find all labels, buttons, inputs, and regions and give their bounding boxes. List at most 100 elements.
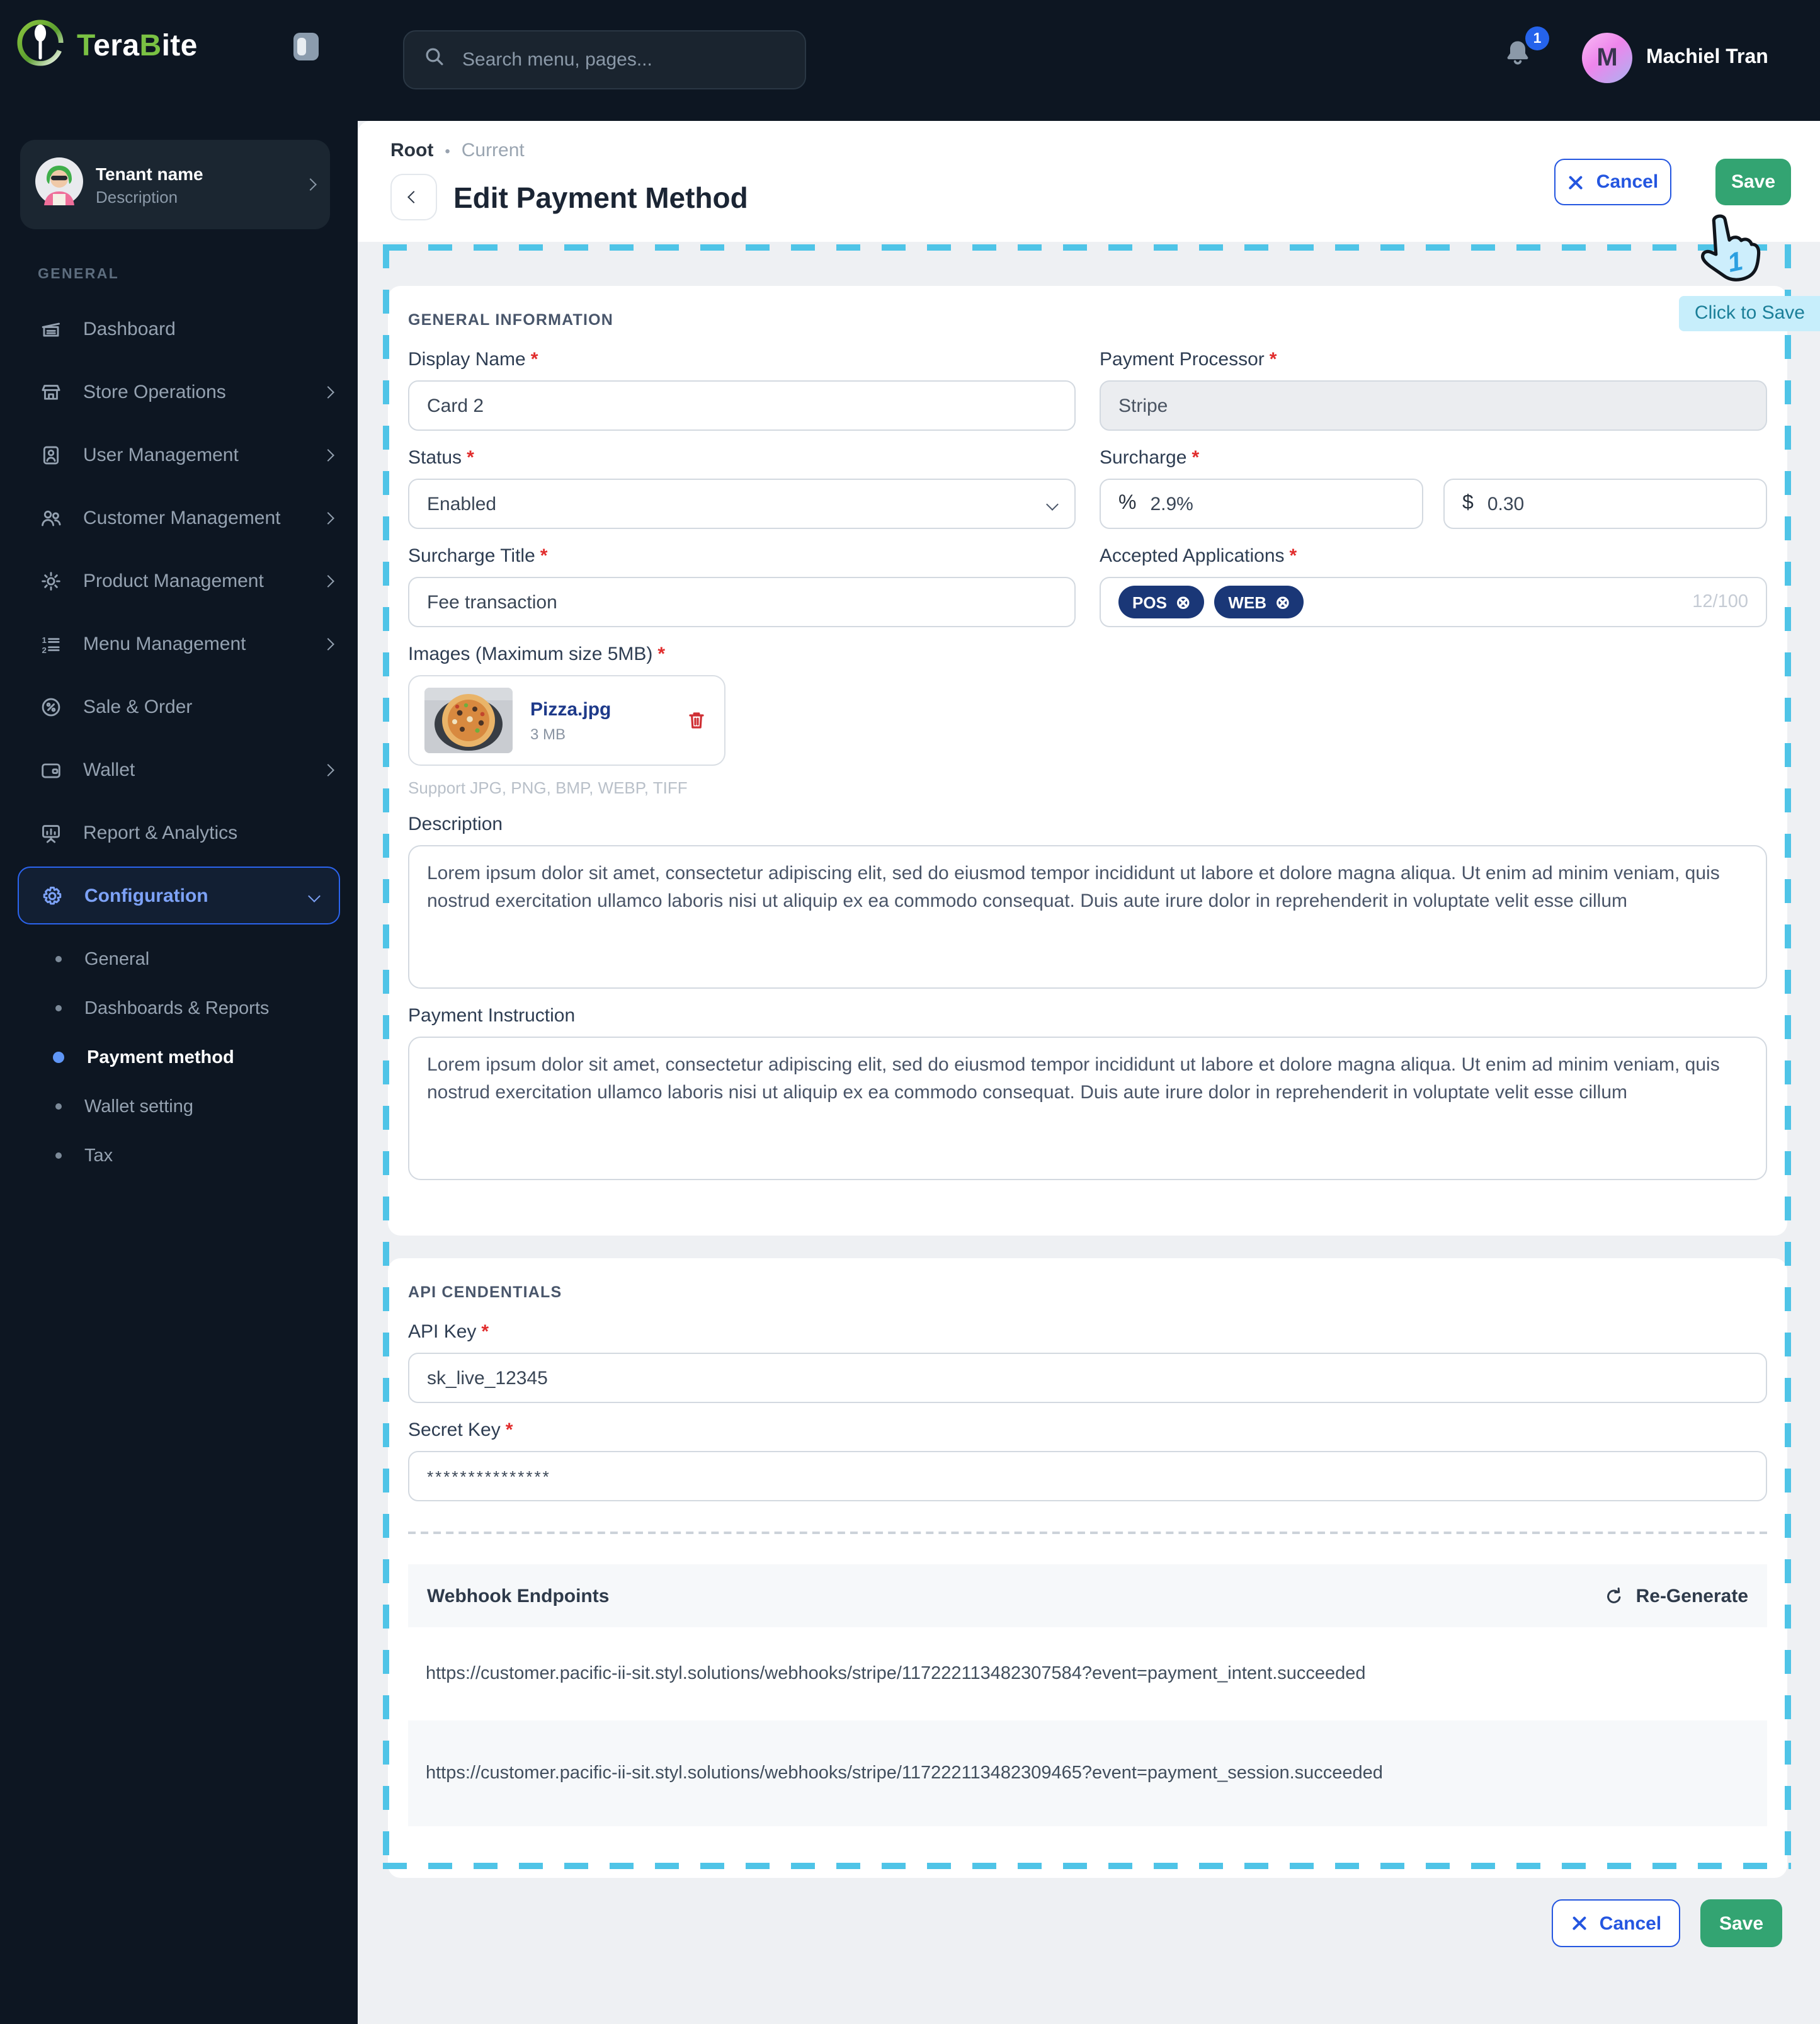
webhook-header: Webhook Endpoints Re-Generate bbox=[408, 1564, 1767, 1627]
description-textarea[interactable]: Lorem ipsum dolor sit amet, consectetur … bbox=[408, 845, 1767, 989]
chip-web[interactable]: WEB ⊗ bbox=[1214, 586, 1304, 618]
sidebar-item-configuration[interactable]: Configuration bbox=[18, 867, 340, 924]
chip-remove-icon[interactable]: ⊗ bbox=[1275, 593, 1290, 611]
sidebar-item-label: Store Operations bbox=[83, 381, 226, 402]
user-name[interactable]: Machiel Tran bbox=[1646, 47, 1768, 69]
svg-text:1: 1 bbox=[42, 635, 47, 644]
chevron-right-icon bbox=[322, 511, 334, 524]
file-name: Pizza.jpg bbox=[530, 698, 611, 720]
sidebar-item-store-operations[interactable]: Store Operations bbox=[0, 360, 358, 423]
bullet-icon bbox=[55, 1005, 62, 1011]
delete-image-button[interactable] bbox=[684, 708, 709, 733]
payment-instruction-textarea[interactable]: Lorem ipsum dolor sit amet, consectetur … bbox=[408, 1037, 1767, 1180]
display-name-input[interactable] bbox=[408, 380, 1076, 431]
dashed-divider bbox=[408, 1532, 1767, 1534]
storefront-icon bbox=[38, 380, 63, 404]
dollar-icon: $ bbox=[1462, 492, 1474, 514]
submenu-item-payment-method[interactable]: Payment method bbox=[0, 1033, 358, 1082]
chip-pos[interactable]: POS ⊗ bbox=[1118, 586, 1205, 618]
close-icon bbox=[1567, 173, 1585, 191]
chevron-right-icon bbox=[322, 448, 334, 461]
cancel-button-bottom[interactable]: Cancel bbox=[1552, 1899, 1680, 1947]
breadcrumb-current: Current bbox=[461, 140, 525, 161]
search-input[interactable] bbox=[460, 48, 786, 72]
surcharge-title-input[interactable] bbox=[408, 577, 1076, 627]
submenu-item-tax[interactable]: Tax bbox=[0, 1131, 358, 1180]
section-title: GENERAL INFORMATION bbox=[408, 311, 614, 329]
payment-processor-input: Stripe bbox=[1100, 380, 1767, 431]
accepted-applications-field-group: Accepted Applications * POS ⊗ WEB ⊗ 12/10… bbox=[1100, 545, 1767, 627]
sidebar-item-label: Customer Management bbox=[83, 507, 281, 528]
breadcrumb-separator: • bbox=[445, 142, 450, 159]
tenant-card[interactable]: Tenant name Description bbox=[20, 140, 330, 229]
gear-icon bbox=[39, 884, 64, 907]
customers-icon bbox=[38, 506, 63, 530]
description-field-group: Description Lorem ipsum dolor sit amet, … bbox=[408, 814, 1767, 989]
app-logo: TeraBite bbox=[15, 18, 198, 74]
close-icon bbox=[1571, 1914, 1588, 1932]
webhook-url-row: https://customer.pacific-ii-sit.styl.sol… bbox=[408, 1720, 1767, 1826]
save-button-bottom[interactable]: Save bbox=[1700, 1899, 1782, 1947]
chevron-down-icon bbox=[308, 889, 321, 902]
status-field-group: Status * Enabled bbox=[408, 447, 1076, 529]
webhook-url: https://customer.pacific-ii-sit.styl.sol… bbox=[426, 1763, 1383, 1783]
bullet-icon bbox=[53, 1052, 64, 1063]
submenu-item-general[interactable]: General bbox=[0, 935, 358, 984]
tenant-info: Tenant name Description bbox=[96, 163, 203, 206]
breadcrumb-root[interactable]: Root bbox=[390, 140, 433, 161]
pizza-thumbnail bbox=[424, 688, 513, 753]
uploaded-image-card: Pizza.jpg 3 MB bbox=[408, 675, 725, 766]
sidebar-item-label: User Management bbox=[83, 444, 239, 465]
chevron-right-icon bbox=[322, 637, 334, 650]
sidebar-item-label: Configuration bbox=[84, 885, 208, 906]
payment-processor-field-group: Payment Processor * Stripe bbox=[1100, 349, 1767, 431]
svg-text:2: 2 bbox=[42, 645, 46, 654]
sidebar-item-dashboard[interactable]: Dashboard bbox=[0, 297, 358, 360]
sidebar-collapse-icon[interactable] bbox=[293, 33, 319, 60]
payment-instruction-field-group: Payment Instruction Lorem ipsum dolor si… bbox=[408, 1005, 1767, 1180]
user-avatar[interactable]: M bbox=[1582, 33, 1632, 83]
sidebar-item-user-management[interactable]: User Management bbox=[0, 423, 358, 486]
surcharge-amount-input[interactable]: $ 0.30 bbox=[1443, 479, 1767, 529]
percent-badge-icon bbox=[38, 695, 63, 719]
sidebar-item-product-management[interactable]: Product Management bbox=[0, 549, 358, 612]
submenu-item-wallet-setting[interactable]: Wallet setting bbox=[0, 1082, 358, 1131]
sidebar-item-menu-management[interactable]: 12 Menu Management bbox=[0, 612, 358, 675]
accepted-applications-input[interactable]: POS ⊗ WEB ⊗ 12/100 bbox=[1100, 577, 1767, 627]
wallet-icon bbox=[38, 758, 63, 782]
notifications-button[interactable]: 1 bbox=[1503, 26, 1549, 79]
percent-icon: % bbox=[1118, 492, 1137, 514]
surcharge-percent-input[interactable]: % 2.9% bbox=[1100, 479, 1423, 529]
file-info: Pizza.jpg 3 MB bbox=[530, 698, 611, 742]
save-button-top[interactable]: Save bbox=[1715, 159, 1791, 205]
sidebar-item-label: Menu Management bbox=[83, 633, 246, 654]
tenant-description: Description bbox=[96, 187, 178, 206]
webhook-title: Webhook Endpoints bbox=[427, 1585, 610, 1606]
page-title: Edit Payment Method bbox=[453, 181, 748, 214]
configuration-submenu: General Dashboards & Reports Payment met… bbox=[0, 927, 358, 1180]
section-title: API CENDENTIALS bbox=[408, 1283, 562, 1301]
tenant-avatar bbox=[35, 157, 83, 212]
trash-icon bbox=[689, 712, 704, 729]
submenu-item-dashboards-reports[interactable]: Dashboards & Reports bbox=[0, 984, 358, 1033]
tenant-name: Tenant name bbox=[96, 163, 203, 183]
dashboard-icon bbox=[38, 317, 63, 341]
status-select[interactable]: Enabled bbox=[408, 479, 1076, 529]
topbar: TeraBite 1 M Machiel Tran bbox=[0, 0, 1820, 121]
api-key-input[interactable] bbox=[408, 1353, 1767, 1403]
back-button[interactable] bbox=[390, 174, 437, 220]
product-gear-icon bbox=[38, 569, 63, 593]
chevron-left-icon bbox=[407, 191, 420, 203]
webhook-url: https://customer.pacific-ii-sit.styl.sol… bbox=[426, 1664, 1366, 1684]
chip-remove-icon[interactable]: ⊗ bbox=[1176, 593, 1190, 611]
sidebar-item-label: Wallet bbox=[83, 759, 135, 780]
cancel-button-top[interactable]: Cancel bbox=[1554, 159, 1671, 205]
logo-text: TeraBite bbox=[77, 28, 198, 62]
sidebar-item-customer-management[interactable]: Customer Management bbox=[0, 486, 358, 549]
sidebar-item-sale-order[interactable]: Sale & Order bbox=[0, 675, 358, 738]
sidebar-item-wallet[interactable]: Wallet bbox=[0, 738, 358, 801]
sidebar-item-report-analytics[interactable]: Report & Analytics bbox=[0, 801, 358, 864]
regenerate-button[interactable]: Re-Generate bbox=[1603, 1585, 1748, 1606]
global-search[interactable] bbox=[403, 30, 806, 89]
secret-key-input[interactable] bbox=[408, 1451, 1767, 1501]
